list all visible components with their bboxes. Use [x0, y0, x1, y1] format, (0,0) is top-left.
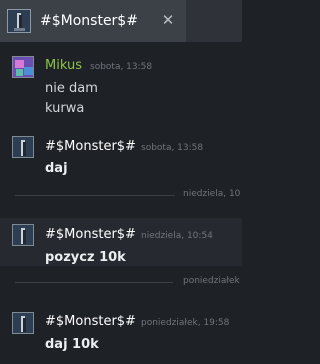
message-line: daj 10k	[45, 337, 99, 352]
message-line: daj	[45, 161, 68, 176]
message-timestamp: poniedziałek, 19:58	[141, 318, 230, 328]
chat-message: #$Monster$# poniedziałek, 19:58 daj 10k	[0, 304, 242, 358]
user-avatar[interactable]	[12, 224, 34, 246]
author-name[interactable]: #$Monster$#	[45, 227, 136, 242]
tab-title: #$Monster$#	[40, 13, 138, 29]
divider-rule	[15, 282, 173, 283]
message-timestamp: niedziela, 10:54	[141, 231, 213, 241]
user-avatar[interactable]	[12, 312, 34, 334]
close-icon[interactable]: ✕	[160, 11, 176, 29]
message-timestamp: sobota, 13:58	[90, 62, 153, 72]
author-name[interactable]: #$Monster$#	[45, 314, 136, 329]
date-divider: niedziela, 10	[0, 189, 242, 203]
message-line: pozycz 10k	[45, 250, 126, 265]
user-avatar[interactable]	[12, 136, 34, 158]
divider-label: poniedziałek	[183, 276, 240, 286]
user-avatar[interactable]	[12, 56, 34, 78]
author-name[interactable]: #$Monster$#	[45, 139, 136, 154]
date-divider: poniedziałek	[0, 276, 242, 290]
divider-label: niedziela, 10	[183, 189, 241, 199]
chat-message: Mikus sobota, 13:58 nie dam kurwa	[0, 52, 242, 122]
message-line: kurwa	[45, 101, 85, 116]
user-avatar-icon	[7, 9, 31, 33]
tab-bar: #$Monster$# ✕	[0, 0, 242, 42]
chat-message: #$Monster$# niedziela, 10:54 pozycz 10k	[0, 218, 242, 266]
author-name[interactable]: Mikus	[45, 58, 82, 73]
chat-tab[interactable]: #$Monster$# ✕	[0, 0, 186, 42]
divider-rule	[15, 195, 175, 196]
message-timestamp: sobota, 13:58	[141, 143, 204, 153]
message-line: nie dam	[45, 81, 98, 96]
chat-message: #$Monster$# sobota, 13:58 daj	[0, 134, 242, 180]
